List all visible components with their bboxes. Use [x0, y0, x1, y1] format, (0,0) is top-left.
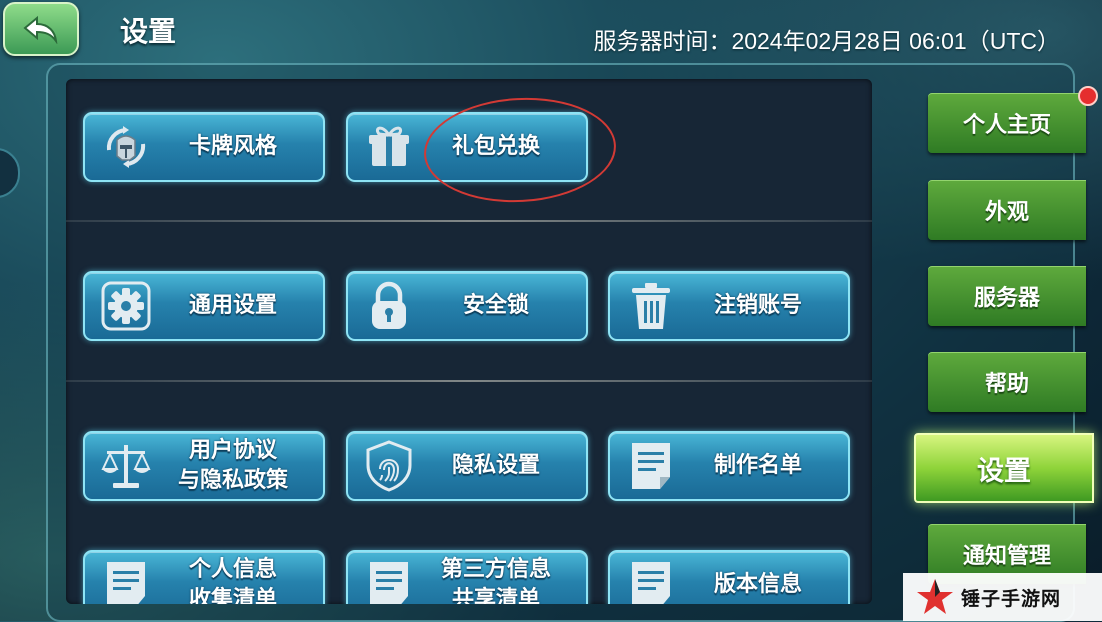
watermark-text: 锤子手游网 — [961, 587, 1062, 610]
card-style-label: 卡牌风格 — [188, 134, 277, 159]
scale-icon — [95, 438, 157, 494]
trash-icon — [620, 278, 682, 334]
document-icon — [620, 438, 682, 494]
user-agreement-line2: 与隐私政策 — [177, 468, 288, 493]
personal-info-line2: 收集清单 — [188, 587, 277, 604]
notification-badge — [1078, 86, 1098, 106]
third-party-list-label: 第三方信息 共享清单 — [420, 555, 586, 604]
gift-icon — [358, 119, 420, 175]
tab-settings[interactable]: 设置 — [914, 433, 1094, 503]
personal-info-list-label: 个人信息 收集清单 — [157, 555, 323, 604]
credits-button[interactable]: 制作名单 — [608, 431, 850, 501]
version-info-label: 版本信息 — [713, 572, 802, 597]
third-party-list-button[interactable]: 第三方信息 共享清单 — [346, 550, 588, 604]
privacy-settings-label: 隐私设置 — [451, 453, 540, 478]
third-party-line1: 第三方信息 — [440, 557, 551, 582]
delete-account-label: 注销账号 — [713, 293, 802, 318]
credits-label: 制作名单 — [713, 453, 802, 478]
lock-icon — [358, 278, 420, 334]
server-time: 服务器时间：2024年02月28日 06:01（UTC） — [593, 28, 1060, 54]
hammer-logo-icon — [917, 579, 953, 614]
page-title: 设置 — [120, 15, 177, 48]
user-agreement-button[interactable]: 用户协议 与隐私政策 — [83, 431, 325, 501]
tab-server[interactable]: 服务器 — [928, 266, 1086, 326]
personal-info-list-button[interactable]: 个人信息 收集清单 — [83, 550, 325, 604]
user-agreement-label: 用户协议 与隐私政策 — [157, 436, 323, 496]
watermark: 锤子手游网 — [903, 573, 1102, 621]
security-lock-button[interactable]: 安全锁 — [346, 271, 588, 341]
personal-info-line1: 个人信息 — [188, 557, 277, 582]
privacy-settings-button[interactable]: 隐私设置 — [346, 431, 588, 501]
back-button[interactable] — [3, 2, 79, 56]
document-icon — [620, 557, 682, 604]
delete-account-button[interactable]: 注销账号 — [608, 271, 850, 341]
general-settings-button[interactable]: 通用设置 — [83, 271, 325, 341]
card-style-button[interactable]: 卡牌风格 — [83, 112, 325, 182]
gear-icon — [95, 278, 157, 334]
tab-profile[interactable]: 个人主页 — [928, 93, 1086, 153]
fingerprint-shield-icon — [358, 438, 420, 494]
third-party-line2: 共享清单 — [451, 587, 540, 604]
tab-help[interactable]: 帮助 — [928, 352, 1086, 412]
document-icon — [95, 557, 157, 604]
divider — [66, 220, 872, 222]
general-settings-label: 通用设置 — [188, 293, 277, 318]
helmet-icon — [95, 119, 157, 175]
user-agreement-line1: 用户协议 — [188, 438, 277, 463]
security-lock-label: 安全锁 — [462, 293, 529, 318]
version-info-button[interactable]: 版本信息 — [608, 550, 850, 604]
back-arrow-icon — [23, 15, 58, 44]
divider — [66, 380, 872, 382]
document-icon — [358, 557, 420, 604]
tab-appearance[interactable]: 外观 — [928, 180, 1086, 240]
